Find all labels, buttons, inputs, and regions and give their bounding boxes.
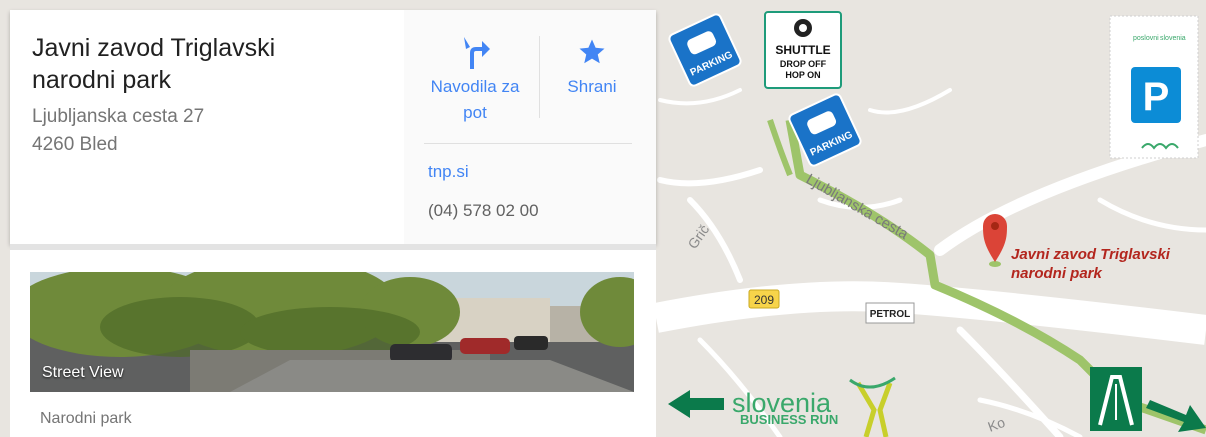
parking-letter: P (1143, 75, 1170, 119)
street-view-thumbnail[interactable]: Street View (30, 272, 634, 392)
save-label: Shrani (567, 77, 617, 96)
shuttle-sign[interactable]: SHUTTLE DROP OFF HOP ON (764, 11, 842, 89)
marker-label-line2: narodni park (1011, 265, 1103, 282)
action-divider (539, 36, 540, 118)
address-line-2: 4260 Bled (32, 134, 118, 155)
directions-icon (420, 34, 530, 70)
star-icon (552, 34, 632, 70)
parking-sign[interactable]: poslovni slovenia P (1109, 15, 1199, 159)
shuttle-line3: HOP ON (785, 70, 820, 80)
car-shape (390, 344, 452, 362)
website-link[interactable]: tnp.si (428, 162, 469, 182)
sponsor-right: slovenia (1160, 35, 1186, 42)
place-details-panel: Street View Narodni park (10, 244, 656, 437)
street-view-label: Street View (42, 364, 124, 381)
panel-divider (424, 143, 632, 144)
shuttle-line1: SHUTTLE (775, 43, 830, 57)
place-actions-panel: Navodila za pot Shrani tnp.si (04) 578 0… (404, 10, 656, 244)
shuttle-line2: DROP OFF (780, 59, 827, 69)
business-run-word: BUSINESS RUN (740, 412, 838, 427)
directions-button[interactable]: Navodila za pot (420, 34, 530, 126)
save-button[interactable]: Shrani (552, 34, 632, 100)
marker-label-line1: Javni zavod Triglavski (1011, 246, 1171, 263)
petrol-label: PETROL (870, 309, 911, 320)
place-header: Javni zavod Triglavski narodni park Ljub… (10, 10, 404, 244)
place-info-card: Javni zavod Triglavski narodni park Ljub… (10, 10, 656, 244)
directions-label: Navodila za pot (430, 77, 520, 122)
road-number: 209 (754, 293, 774, 307)
place-title: Javni zavod Triglavski narodni park (32, 34, 276, 94)
phone-number[interactable]: (04) 578 02 00 (428, 201, 539, 221)
place-category: Narodni park (40, 410, 132, 427)
sponsor-left: poslovni (1133, 35, 1159, 42)
address-line-1: Ljubljanska cesta 27 (32, 106, 205, 127)
